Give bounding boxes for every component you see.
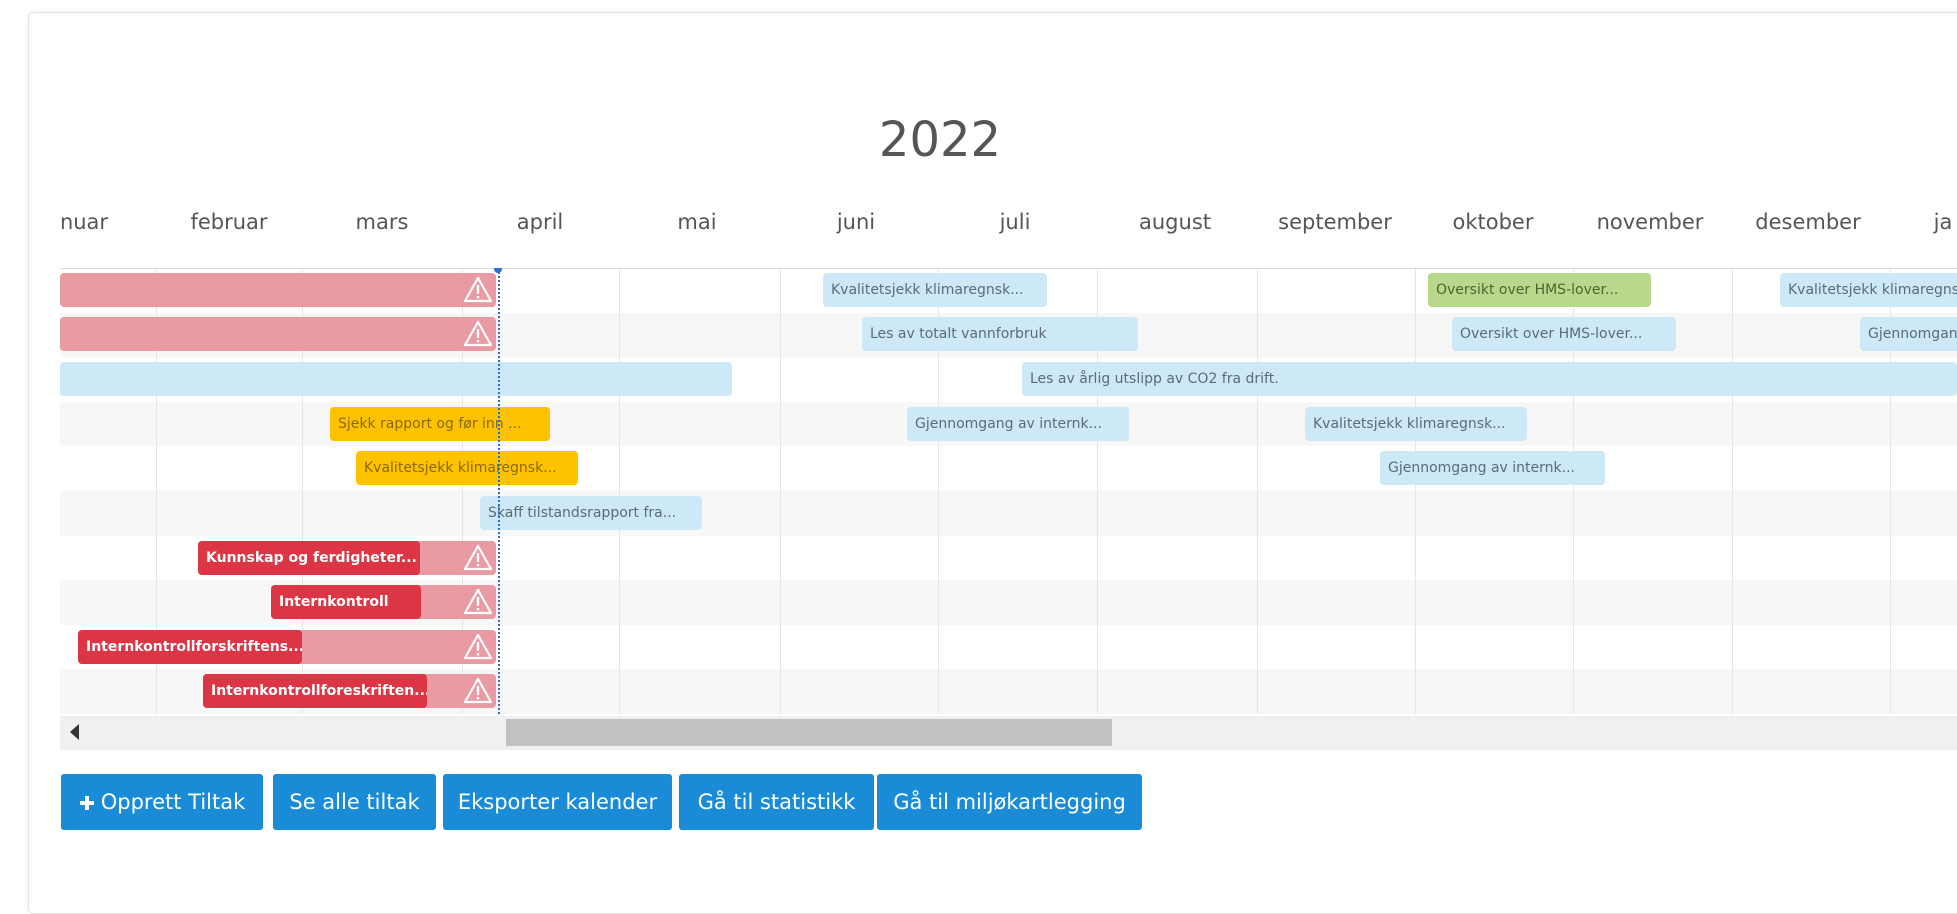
horizontal-scrollbar[interactable]: [60, 716, 1957, 750]
event-label: Les av totalt vannforbruk: [870, 326, 1047, 342]
event-label: Gjennomgang: [1868, 326, 1957, 342]
timeline[interactable]: Sjekk rapport og før inn ... Kvalitetsje…: [60, 268, 1957, 714]
event-bar[interactable]: Kvalitetsjekk klimaregnsk...: [356, 451, 578, 485]
month-header-februar: februar: [190, 210, 268, 234]
month-header-mai: mai: [677, 210, 717, 234]
event-bar[interactable]: Les av årlig utslipp av CO2 fra drift.: [1022, 362, 1957, 396]
event-bar[interactable]: [60, 273, 496, 307]
event-bar[interactable]: Les av totalt vannforbruk: [862, 317, 1138, 351]
warning-icon: [463, 677, 493, 704]
event-bar[interactable]: Gjennomgang av internk...: [1380, 451, 1605, 485]
event-label: Gjennomgang av internk...: [915, 416, 1102, 432]
today-marker-line: [498, 268, 500, 714]
month-header-januar-next: ja: [1933, 210, 1953, 234]
warning-icon: [463, 276, 493, 303]
event-label: Sjekk rapport og før inn ...: [338, 416, 522, 432]
event-bar[interactable]: Kunnskap og ferdigheter...: [198, 541, 420, 575]
event-label: Gjennomgang av internk...: [1388, 460, 1575, 476]
month-header-desember: desember: [1755, 210, 1861, 234]
month-header-november: november: [1596, 210, 1704, 234]
event-bar[interactable]: Internkontrollforskriftens...: [78, 630, 302, 664]
event-label: Kvalitetsjekk klimaregnsk...: [1313, 416, 1506, 432]
event-bar[interactable]: Oversikt over HMS-lover...: [1452, 317, 1676, 351]
month-header-juni: juni: [836, 210, 876, 234]
mapping-label: Gå til miljøkartlegging: [893, 790, 1126, 814]
timeline-top-border: [60, 268, 1957, 269]
month-gridline: [780, 268, 781, 714]
event-bar[interactable]: Oversikt over HMS-lover...: [1428, 273, 1651, 307]
export-calendar-button[interactable]: Eksporter kalender: [443, 774, 672, 830]
month-header-oktober: oktober: [1452, 210, 1534, 234]
month-gridline: [1415, 268, 1416, 714]
event-bar[interactable]: Skaff tilstandsrapport fra...: [480, 496, 702, 530]
event-bar[interactable]: Internkontroll: [271, 585, 421, 619]
go-to-environmental-mapping-button[interactable]: Gå til miljøkartlegging: [877, 774, 1142, 830]
plus-icon: [79, 796, 94, 810]
scroll-left-arrow-icon[interactable]: [70, 724, 79, 740]
event-bar[interactable]: [60, 362, 732, 396]
month-header-juli: juli: [999, 210, 1031, 234]
event-label: Oversikt over HMS-lover...: [1460, 326, 1643, 342]
go-to-statistics-button[interactable]: Gå til statistikk: [679, 774, 874, 830]
month-header-januar: nuar: [59, 210, 109, 234]
row-background: [60, 446, 1957, 491]
event-label: Les av årlig utslipp av CO2 fra drift.: [1030, 371, 1279, 387]
see-all-measures-button[interactable]: Se alle tiltak: [273, 774, 436, 830]
warning-icon: [463, 320, 493, 347]
row-background: [60, 491, 1957, 536]
event-label: Internkontrollforeskriften...: [211, 683, 427, 699]
year-title: 2022: [878, 112, 1002, 168]
event-bar[interactable]: Kvalitetsjekk klimaregnsk...: [1305, 407, 1527, 441]
event-label: Internkontroll: [279, 594, 389, 610]
event-bar[interactable]: Gjennomgang av internk...: [907, 407, 1129, 441]
event-label: Oversikt over HMS-lover...: [1436, 282, 1619, 298]
event-bar[interactable]: Sjekk rapport og før inn ...: [330, 407, 550, 441]
month-header-august: august: [1139, 210, 1211, 234]
event-bar[interactable]: Gjennomgang: [1860, 317, 1957, 351]
event-label: Kvalitetsjekk klimaregnsk...: [1788, 282, 1957, 298]
month-header-april: april: [516, 210, 564, 234]
create-measure-label: Opprett Tiltak: [100, 790, 246, 814]
create-measure-button[interactable]: Opprett Tiltak: [61, 774, 263, 830]
event-label: Internkontrollforskriftens...: [86, 639, 302, 655]
month-gridline: [619, 268, 620, 714]
month-gridline: [1732, 268, 1733, 714]
scrollbar-thumb[interactable]: [506, 719, 1112, 746]
month-gridline: [1257, 268, 1258, 714]
warning-icon: [463, 633, 493, 660]
see-all-label: Se alle tiltak: [289, 790, 420, 814]
export-label: Eksporter kalender: [457, 790, 658, 814]
warning-icon: [463, 544, 493, 571]
event-label: Kvalitetsjekk klimaregnsk...: [831, 282, 1024, 298]
month-header-september: september: [1278, 210, 1392, 234]
warning-icon: [463, 588, 493, 615]
event-bar[interactable]: [60, 317, 496, 351]
statistics-label: Gå til statistikk: [697, 790, 856, 814]
event-bar[interactable]: Internkontrollforeskriften...: [203, 674, 427, 708]
event-bar[interactable]: Kvalitetsjekk klimaregnsk...: [823, 273, 1047, 307]
event-bar[interactable]: Kvalitetsjekk klimaregnsk...: [1780, 273, 1957, 307]
month-header-mars: mars: [355, 210, 409, 234]
event-label: Skaff tilstandsrapport fra...: [488, 505, 677, 521]
event-label: Kunnskap og ferdigheter...: [206, 550, 417, 566]
event-label: Kvalitetsjekk klimaregnsk...: [364, 460, 557, 476]
